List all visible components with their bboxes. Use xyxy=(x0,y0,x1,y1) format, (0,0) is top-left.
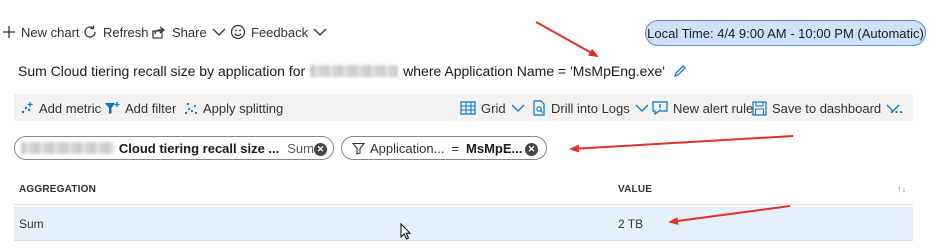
filter-property: Application... xyxy=(370,140,445,156)
top-toolbar: New chart Refresh Share Feedback Local T… xyxy=(0,0,935,62)
grid-icon xyxy=(460,101,476,115)
add-filter-button[interactable]: Add filter xyxy=(104,98,176,118)
column-header-value[interactable]: VALUE xyxy=(618,184,652,195)
new-alert-rule-label: New alert rule xyxy=(673,100,754,116)
splitting-icon xyxy=(184,101,198,115)
more-options-label: ... xyxy=(890,100,904,116)
remove-filter-button[interactable]: ✕ xyxy=(525,140,538,156)
mouse-cursor-icon xyxy=(400,222,412,244)
add-metric-icon xyxy=(20,101,34,115)
save-to-dashboard-button[interactable]: Save to dashboard xyxy=(752,98,900,118)
chart-command-bar: Add metric Add filter Apply splitting Gr… xyxy=(14,94,913,121)
edit-pencil-icon[interactable] xyxy=(672,63,688,79)
add-filter-label: Add filter xyxy=(125,100,177,116)
share-icon xyxy=(151,24,167,40)
row-divider xyxy=(14,240,913,241)
metric-name: Cloud tiering recall size ... xyxy=(118,140,280,156)
annotation-arrow-filter xyxy=(569,135,794,153)
chevron-down-icon xyxy=(635,103,649,113)
time-range-picker[interactable]: Local Time: 4/4 9:00 AM - 10:00 PM (Auto… xyxy=(645,20,926,46)
refresh-button[interactable]: Refresh xyxy=(82,22,149,42)
add-metric-label: Add metric xyxy=(39,100,102,116)
chevron-down-icon xyxy=(313,27,327,37)
share-label: Share xyxy=(172,24,207,40)
add-metric-button[interactable]: Add metric xyxy=(20,98,101,118)
redacted-resource-name xyxy=(310,65,399,77)
filter-pill[interactable]: Application... = MsMpE... ✕ xyxy=(341,136,547,160)
filter-icon xyxy=(104,101,120,115)
remove-metric-button[interactable]: ✕ xyxy=(314,140,327,156)
chart-title: Sum Cloud tiering recall size by applica… xyxy=(18,61,688,81)
chevron-down-icon xyxy=(212,27,226,37)
new-alert-rule-button[interactable]: New alert rule xyxy=(652,98,753,118)
logs-icon xyxy=(532,100,546,116)
alert-icon xyxy=(652,100,668,116)
redacted-resource-name xyxy=(21,142,114,154)
apply-splitting-label: Apply splitting xyxy=(203,100,284,116)
share-button[interactable]: Share xyxy=(151,22,226,42)
refresh-label: Refresh xyxy=(103,24,149,40)
filter-icon xyxy=(352,142,365,155)
chart-title-prefix: Sum Cloud tiering recall size by applica… xyxy=(18,63,306,79)
drill-into-logs-button[interactable]: Drill into Logs xyxy=(532,98,649,118)
filter-value: MsMpE... xyxy=(466,140,523,156)
cell-aggregation: Sum xyxy=(19,217,44,231)
grid-view-button[interactable]: Grid xyxy=(460,98,525,118)
new-chart-label: New chart xyxy=(21,24,80,40)
filter-operator: = xyxy=(451,140,460,156)
grid-label: Grid xyxy=(481,100,506,116)
table-row[interactable] xyxy=(14,207,913,240)
new-chart-button[interactable]: New chart xyxy=(2,22,80,42)
plus-icon xyxy=(2,25,16,39)
chart-title-suffix: where Application Name = 'MsMpEng.exe' xyxy=(403,63,665,79)
header-divider xyxy=(14,204,913,205)
apply-splitting-button[interactable]: Apply splitting xyxy=(184,98,283,118)
drill-into-logs-label: Drill into Logs xyxy=(551,100,630,116)
feedback-label: Feedback xyxy=(251,24,309,40)
cell-value: 2 TB xyxy=(618,217,644,231)
time-range-label: Local Time: 4/4 9:00 AM - 10:00 PM (Auto… xyxy=(647,25,924,41)
smiley-icon xyxy=(230,24,246,40)
feedback-button[interactable]: Feedback xyxy=(230,22,327,42)
close-icon: ✕ xyxy=(525,143,538,156)
metric-aggregation: Sum xyxy=(287,140,314,156)
more-options-button[interactable]: ... xyxy=(890,98,904,118)
sort-icon[interactable]: ↑↓ xyxy=(897,184,906,194)
column-header-aggregation[interactable]: AGGREGATION xyxy=(19,184,96,195)
metric-pill[interactable]: Cloud tiering recall size ... Sum ✕ xyxy=(14,136,334,160)
close-icon: ✕ xyxy=(314,143,327,156)
save-icon xyxy=(752,100,767,116)
refresh-icon xyxy=(82,24,98,40)
chevron-down-icon xyxy=(511,103,525,113)
save-to-dashboard-label: Save to dashboard xyxy=(772,100,882,116)
